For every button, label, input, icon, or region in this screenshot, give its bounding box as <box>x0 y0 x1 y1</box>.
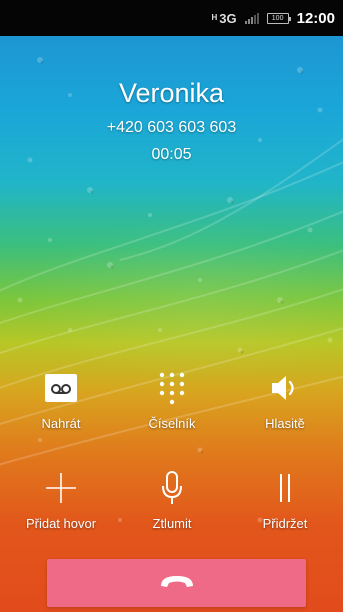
hang-up-icon <box>157 571 197 596</box>
status-bar: H 3G 100 12:00 <box>0 0 343 36</box>
speaker-icon <box>228 368 342 408</box>
add-call-label: Přidat hovor <box>25 516 97 531</box>
mute-label: Ztlumit <box>152 516 192 531</box>
phone-number: +420 603 603 603 <box>106 119 237 136</box>
microphone-icon <box>115 468 229 508</box>
pause-icon <box>228 468 342 508</box>
battery-icon: 100 <box>266 12 291 24</box>
add-call-icon <box>4 468 118 508</box>
speaker-label: Hlasitě <box>265 416 305 431</box>
status-clock: 12:00 <box>296 9 335 27</box>
hold-button[interactable]: Přidržet <box>228 468 342 531</box>
in-call-screen: H 3G 100 12:00 Veronika +420 603 603 603… <box>0 0 343 612</box>
network-type-label: 3G <box>219 10 237 26</box>
record-label: Nahrát <box>41 416 81 431</box>
hold-label: Přidržet <box>262 516 308 531</box>
speaker-button[interactable]: Hlasitě <box>228 368 342 431</box>
add-call-button[interactable]: Přidat hovor <box>4 468 118 531</box>
signal-strength-icon <box>244 12 259 24</box>
call-duration: 00:05 <box>151 146 192 163</box>
record-icon <box>4 368 118 408</box>
network-sub-label: H <box>211 12 218 22</box>
mute-button[interactable]: Ztlumit <box>115 468 229 531</box>
end-call-button[interactable] <box>47 559 306 607</box>
network-indicator: H 3G <box>212 11 237 26</box>
battery-level: 100 <box>271 14 284 22</box>
dialpad-label: Číselník <box>148 416 196 431</box>
dialpad-icon <box>115 368 229 408</box>
record-button[interactable]: Nahrát <box>4 368 118 431</box>
contact-name: Veronika <box>118 78 225 108</box>
dialpad-button[interactable]: Číselník <box>115 368 229 431</box>
